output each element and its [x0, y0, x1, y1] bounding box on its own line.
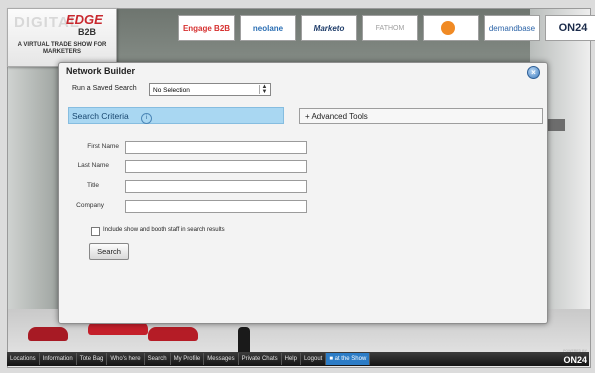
- nav-whos-here[interactable]: Who's here: [107, 353, 145, 365]
- dialog-title: Network Builder: [66, 66, 136, 76]
- tab-search-criteria[interactable]: Search Criteria i: [68, 107, 284, 124]
- sponsor-label: Engage B2B: [182, 23, 231, 33]
- tab-search-label: Search Criteria: [72, 111, 129, 121]
- sponsor-label: Marketo: [313, 23, 345, 33]
- sponsor-on24[interactable]: ON24: [545, 15, 595, 41]
- info-icon[interactable]: i: [141, 113, 153, 124]
- sponsor-engage-b2b[interactable]: Engage B2B: [178, 15, 235, 41]
- sponsor-label: [458, 24, 460, 33]
- close-icon[interactable]: ×: [527, 66, 540, 79]
- last-name-field[interactable]: [125, 160, 307, 173]
- title-field[interactable]: [125, 180, 307, 193]
- nav-locations[interactable]: Locations: [7, 353, 40, 365]
- nav-logout[interactable]: Logout: [301, 353, 327, 365]
- red-seat: [148, 327, 198, 341]
- include-staff-label: Include show and booth staff in search r…: [103, 227, 225, 233]
- saved-search-label: Run a Saved Search: [72, 85, 137, 92]
- sponsor-marketo[interactable]: Marketo: [301, 15, 357, 41]
- network-builder-dialog: Network Builder × Run a Saved Search No …: [58, 62, 548, 324]
- saved-search-value: No Selection: [153, 87, 190, 94]
- saved-search-select[interactable]: No Selection ▲ ▼: [149, 83, 271, 96]
- nav-messages[interactable]: Messages: [204, 353, 239, 365]
- sponsor-demandbase[interactable]: demandbase: [484, 15, 540, 41]
- nav-my-profile[interactable]: My Profile: [171, 353, 205, 365]
- sponsor-neolane[interactable]: neolane: [240, 15, 296, 41]
- nav-search[interactable]: Search: [145, 353, 171, 365]
- title-label: Title: [86, 182, 99, 189]
- saved-search-row: Run a Saved Search: [72, 85, 137, 92]
- bottom-navbar: Locations Information Tote Bag Who's her…: [7, 352, 589, 366]
- include-staff-checkbox[interactable]: [91, 227, 100, 236]
- updown-arrow-icon: ▲ ▼: [259, 84, 269, 95]
- logo-word-b2b: B2B: [78, 27, 97, 37]
- on24-brand: ON24: [563, 355, 587, 365]
- powered-by-label: POWERED BY: [563, 349, 587, 353]
- sponsor-fathom[interactable]: FATHOM: [362, 15, 418, 41]
- tab-advanced-label: + Advanced Tools: [305, 112, 368, 121]
- nav-at-the-show-label: at the Show: [334, 356, 367, 362]
- sponsor-label: FATHOM: [375, 24, 405, 32]
- event-logo[interactable]: DIGITAL EDGE B2B A VIRTUAL TRADE SHOW FO…: [7, 8, 117, 67]
- sponsor-label: ON24: [558, 22, 588, 34]
- sponsor-label: neolane: [252, 23, 284, 33]
- sponsor-label: demandbase: [488, 23, 536, 33]
- last-name-label: Last Name: [77, 162, 109, 169]
- powered-by-logo: POWERED BY ON24: [563, 349, 587, 366]
- nav-tote-bag[interactable]: Tote Bag: [77, 353, 108, 365]
- people-icon: ■: [329, 356, 333, 362]
- first-name-field[interactable]: [125, 141, 307, 154]
- sponsor-orange-logo[interactable]: [423, 15, 479, 41]
- nav-at-the-show[interactable]: ■ at the Show: [326, 353, 371, 365]
- nav-private-chats[interactable]: Private Chats: [239, 353, 282, 365]
- tab-advanced-tools[interactable]: + Advanced Tools: [299, 108, 543, 124]
- red-seat: [28, 327, 68, 341]
- nav-help[interactable]: Help: [282, 353, 301, 365]
- first-name-label: First Name: [87, 143, 119, 150]
- logo-word-edge: EDGE: [66, 12, 103, 27]
- logo-tagline: A VIRTUAL TRADE SHOW FOR MARKETERS: [17, 42, 107, 55]
- company-label: Company: [76, 202, 104, 209]
- attendee-figure: [238, 327, 250, 355]
- company-field[interactable]: [125, 200, 307, 213]
- orange-circle-icon: [441, 21, 456, 35]
- nav-information[interactable]: Information: [40, 353, 77, 365]
- search-button[interactable]: Search: [89, 243, 129, 260]
- sponsor-banner: Engage B2B neolane Marketo FATHOM demand…: [178, 15, 595, 41]
